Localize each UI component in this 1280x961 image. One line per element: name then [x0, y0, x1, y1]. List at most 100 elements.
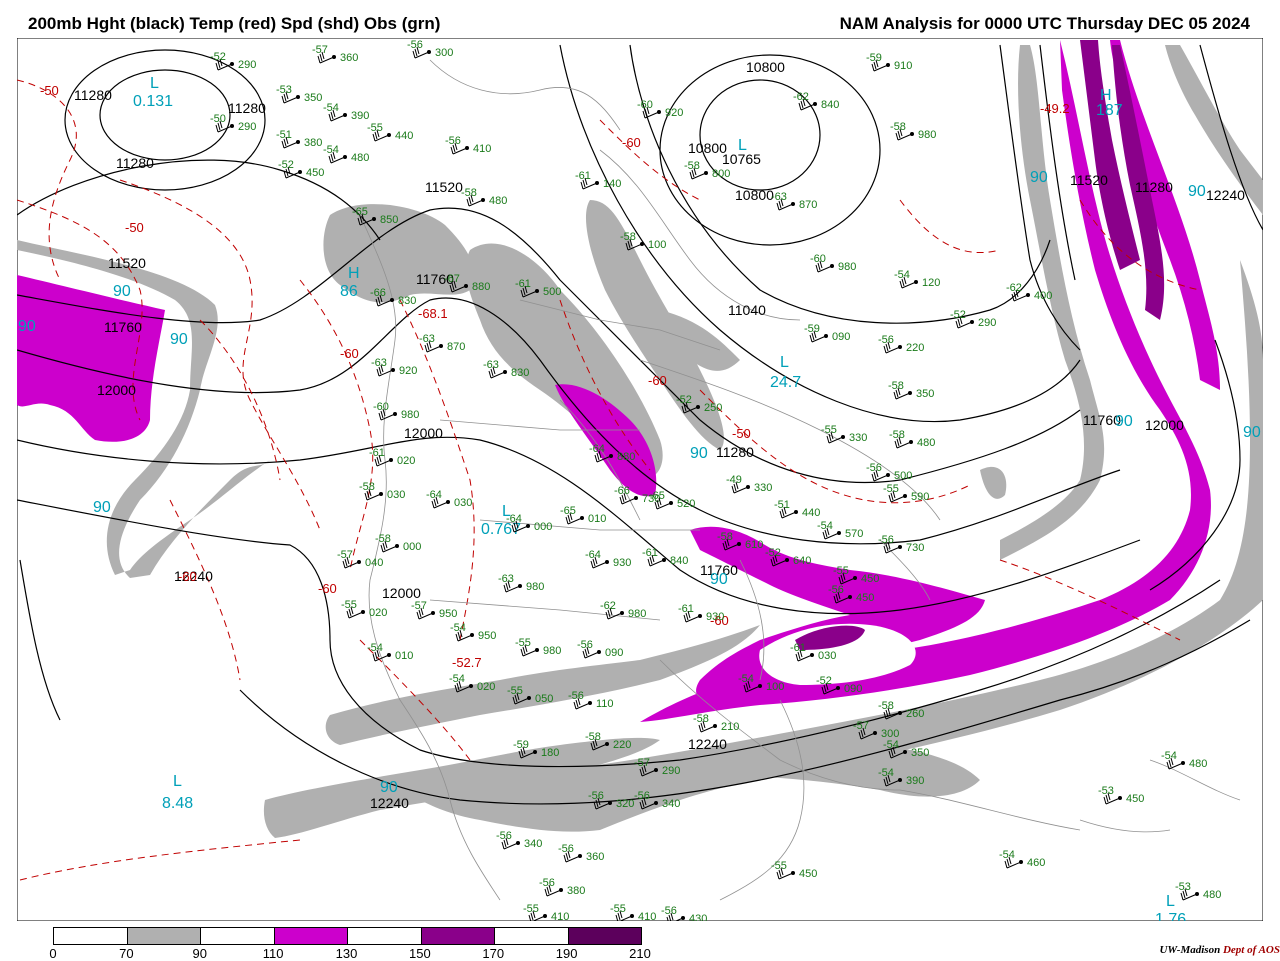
speed-label: 90	[170, 331, 188, 348]
station-height: 000	[403, 541, 421, 553]
station-height: 020	[477, 681, 495, 693]
station-temperature: -56	[878, 334, 894, 346]
station-temperature: -54	[894, 269, 910, 281]
station-height: 640	[793, 555, 811, 567]
station-height: 290	[238, 121, 256, 133]
station-height: 340	[662, 798, 680, 810]
station-height: 350	[304, 92, 322, 104]
station-temperature: -56	[577, 639, 593, 651]
station-temperature: -52	[765, 547, 781, 559]
center-value: 8.48	[162, 795, 193, 812]
station-height: 090	[605, 647, 623, 659]
station-temperature: -56	[496, 830, 512, 842]
station-height: 030	[387, 489, 405, 501]
center-value: 187	[1096, 102, 1123, 119]
station-temperature: -54	[323, 144, 339, 156]
station-height: 930	[706, 611, 724, 623]
station-temperature: -58	[878, 700, 894, 712]
station-height: 120	[922, 277, 940, 289]
station-height: 020	[397, 455, 415, 467]
height-label: 12240	[1206, 187, 1245, 203]
height-label: 11280	[716, 444, 754, 460]
station-temperature: -57	[634, 757, 650, 769]
station-temperature: -55	[367, 122, 383, 134]
center-letter: L	[173, 773, 182, 790]
station-height: 870	[447, 341, 465, 353]
speed-label: 90	[113, 283, 131, 300]
station-temperature: -55	[515, 637, 531, 649]
station-height: 980	[401, 409, 419, 421]
station-height: 730	[906, 542, 924, 554]
station-height: 480	[1189, 758, 1207, 770]
station-temperature: -53	[1175, 881, 1191, 893]
station-height: 980	[543, 645, 561, 657]
station-temperature: -54	[999, 849, 1015, 861]
station-temperature: -54	[450, 622, 466, 634]
station-temperature: -55	[883, 483, 899, 495]
station-temperature: -55	[507, 685, 523, 697]
station-height: 570	[845, 528, 863, 540]
height-label: 11280	[228, 100, 266, 116]
station-height: 320	[616, 798, 634, 810]
station-temperature: -58	[693, 713, 709, 725]
temp-label: -60	[178, 569, 197, 584]
legend-swatch	[495, 928, 569, 944]
station-height: 450	[856, 592, 874, 604]
station-height: 410	[638, 911, 656, 921]
station-height: 830	[511, 367, 529, 379]
legend-swatch	[127, 928, 201, 944]
station-temperature: -66	[370, 287, 386, 299]
station-height: 360	[586, 851, 604, 863]
station-height: 040	[365, 557, 383, 569]
station-temperature: -58	[620, 231, 636, 243]
station-height: 090	[844, 683, 862, 695]
station-temperature: -58	[890, 121, 906, 133]
station-temperature: -55	[523, 903, 539, 915]
height-label: 12000	[382, 585, 421, 601]
height-label: 11040	[728, 302, 766, 318]
station-height: 300	[881, 728, 899, 740]
station-temperature: -54	[1161, 750, 1177, 762]
station-temperature: -63	[419, 333, 435, 345]
station-temperature: -55	[341, 599, 357, 611]
station-temperature: -54	[323, 102, 339, 114]
station-height: 500	[894, 470, 912, 482]
station-temperature: -60	[637, 99, 653, 111]
station-temperature: -64	[589, 443, 605, 455]
station-temperature: -58	[375, 533, 391, 545]
station-temperature: -50	[210, 113, 226, 125]
station-temperature: -55	[833, 565, 849, 577]
station-height: 980	[628, 608, 646, 620]
temp-label: -60	[318, 581, 337, 596]
station-height: 840	[670, 555, 688, 567]
station-temperature: -61	[575, 170, 591, 182]
station-temperature: -56	[588, 790, 604, 802]
station-height: 030	[454, 497, 472, 509]
station-height: 930	[613, 557, 631, 569]
station-temperature: -52	[816, 675, 832, 687]
speed-label: 90	[690, 445, 708, 462]
station-temperature: -60	[810, 253, 826, 265]
station-temperature: -51	[774, 499, 790, 511]
station-height: 450	[799, 868, 817, 880]
height-label: 12240	[688, 736, 727, 752]
credit-aos: Dept of AOS	[1222, 944, 1280, 956]
station-height: 100	[766, 681, 784, 693]
station-height: 840	[821, 99, 839, 111]
temp-label: -50	[40, 83, 59, 98]
station-temperature: -63	[498, 573, 514, 585]
station-height: 440	[802, 507, 820, 519]
legend-tick: 210	[629, 946, 651, 961]
legend-tick: 150	[409, 946, 431, 961]
legend-swatch	[348, 928, 422, 944]
station-height: 390	[351, 110, 369, 122]
station-temperature: -54	[878, 767, 894, 779]
station-height: 340	[524, 838, 542, 850]
station-temperature: -54	[367, 642, 383, 654]
station-temperature: -59	[513, 739, 529, 751]
speed-color-legend	[53, 927, 642, 945]
temp-label: -60	[622, 135, 641, 150]
legend-tick: 130	[335, 946, 358, 961]
station-height: 920	[665, 107, 683, 119]
center-value: 24.7	[770, 374, 801, 391]
